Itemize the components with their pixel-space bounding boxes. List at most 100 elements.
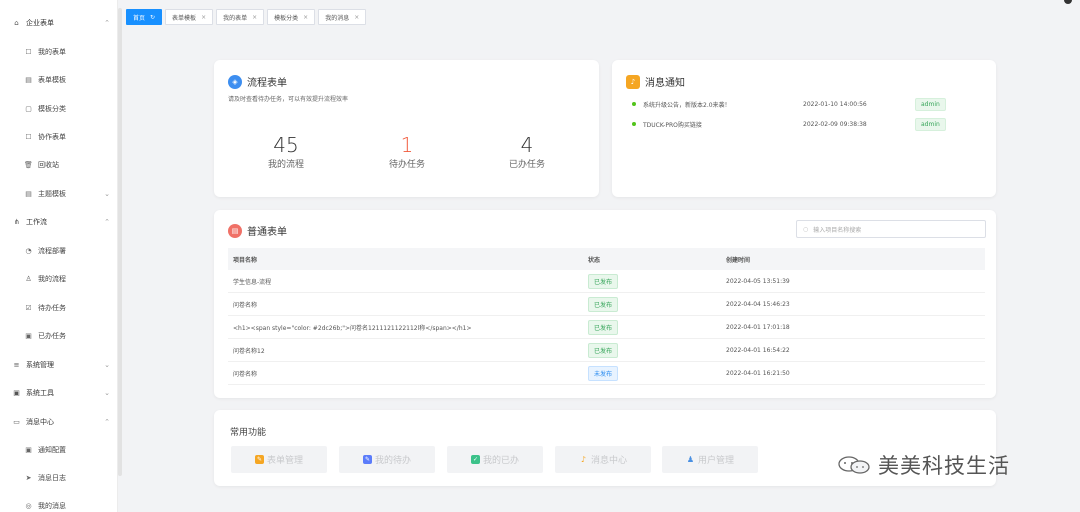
column-header-name: 项目名称 — [233, 256, 258, 264]
sidebar-group-system-admin[interactable]: ≡ 系统管理 ⌄ — [0, 356, 118, 374]
flow-icon: ◈ — [228, 74, 242, 89]
sidebar-item-process-deploy[interactable]: ◔ 流程部署 — [0, 242, 118, 260]
cell-name: 学生信息-流程 — [233, 278, 272, 286]
tab-label: 我的消息 — [325, 14, 350, 22]
cell-name: 问卷名称 — [233, 370, 258, 378]
tab-label: 我的表单 — [223, 14, 248, 22]
sidebar-item-my-messages[interactable]: ◎ 我的消息 — [0, 497, 118, 512]
search-placeholder: 输入项目名称搜索 — [813, 226, 862, 234]
sidebar-item-my-processes[interactable]: ♙ 我的流程 — [0, 270, 118, 288]
refresh-icon[interactable]: ↻ — [150, 14, 155, 21]
notice-time: 2022-01-10 14:00:56 — [803, 100, 867, 108]
sidebar-item-my-forms[interactable]: ☐ 我的表单 — [0, 43, 118, 61]
sidebar: ⌂ 企业表单 ⌃ ☐ 我的表单 ▤ 表单模板 ▢ 模板分类 ☐ 协作表单 🗑 回… — [0, 0, 118, 512]
close-icon[interactable]: × — [201, 14, 206, 21]
wechat-icon — [838, 456, 870, 474]
tab-my-forms[interactable]: 我的表单 × — [216, 9, 265, 25]
sidebar-item-done-tasks[interactable]: ▣ 已办任务 — [0, 327, 118, 345]
watermark-text: 美美科技生活 — [878, 454, 1010, 478]
table-row[interactable]: 问卷名称12 已发布 2022-04-01 16:54:22 — [228, 339, 985, 362]
sidebar-item-label: 表单模板 — [38, 76, 66, 84]
table-row[interactable]: 问卷名称 已发布 2022-04-04 15:46:23 — [228, 293, 985, 316]
sidebar-group-message-center[interactable]: ▭ 消息中心 ⌃ — [0, 413, 118, 431]
close-icon[interactable]: × — [354, 14, 359, 21]
sidebar-item-collab-forms[interactable]: ☐ 协作表单 — [0, 128, 118, 146]
quick-button-label: 用户管理 — [697, 456, 734, 466]
sidebar-item-notify-config[interactable]: ▣ 通知配置 — [0, 441, 118, 459]
sidebar-item-label: 我的流程 — [38, 275, 66, 283]
stat-label: 已办任务 — [508, 160, 545, 170]
avatar[interactable] — [1064, 0, 1072, 4]
sidebar-item-template-category[interactable]: ▢ 模板分类 — [0, 100, 118, 118]
watermark: 美美科技生活 — [836, 450, 1010, 480]
chevron-down-icon: ⌄ — [104, 389, 110, 397]
chevron-up-icon: ⌃ — [104, 19, 110, 27]
sidebar-group-label: 系统管理 — [26, 361, 54, 369]
bell-icon: ♪ — [626, 74, 640, 89]
tool-icon: ▣ — [13, 389, 20, 397]
close-icon[interactable]: × — [252, 14, 257, 21]
sidebar-item-message-log[interactable]: ➤ 消息日志 — [0, 469, 118, 487]
cell-name: 问卷名称 — [233, 301, 258, 309]
send-icon: ➤ — [25, 474, 32, 482]
tab-my-messages[interactable]: 我的消息 × — [318, 9, 367, 25]
cell-created: 2022-04-05 13:51:39 — [726, 277, 790, 285]
stat-done-tasks[interactable]: 4 已办任务 — [482, 134, 572, 170]
building-icon: ⌂ — [14, 19, 19, 27]
deploy-icon: ◔ — [25, 247, 32, 255]
search-input[interactable]: ○ 输入项目名称搜索 — [796, 220, 986, 238]
todo-icon: ✎ — [362, 455, 372, 464]
notice-item[interactable]: 系统升级公告，新版本2.0来袭！ 2022-01-10 14:00:56 adm… — [632, 96, 977, 112]
workflow-icon: ⋔ — [13, 218, 20, 226]
quick-button-message-center[interactable]: ♪ 消息中心 — [555, 446, 651, 473]
sidebar-item-label: 通知配置 — [38, 446, 66, 454]
search-icon: ○ — [803, 225, 809, 233]
stat-todo-tasks[interactable]: 1 待办任务 — [362, 134, 452, 170]
sidebar-item-label: 流程部署 — [38, 247, 66, 255]
user-icon: ♟ — [686, 455, 695, 464]
template-icon: ▤ — [25, 76, 32, 84]
tab-template-category[interactable]: 模板分类 × — [267, 9, 316, 25]
status-badge: 已发布 — [588, 273, 619, 289]
cell-created: 2022-04-04 15:46:23 — [726, 300, 790, 308]
card-title: ▤ 普通表单 — [228, 223, 287, 238]
sidebar-item-label: 我的消息 — [38, 502, 66, 510]
bell-icon: ♪ — [580, 455, 587, 464]
table-row[interactable]: <h1><span style="color: #2dc26b;">问卷名121… — [228, 316, 985, 339]
table-row[interactable]: 学生信息-流程 已发布 2022-04-05 13:51:39 — [228, 270, 985, 293]
list-icon: ≡ — [13, 361, 20, 369]
sidebar-group-system-tools[interactable]: ▣ 系统工具 ⌄ — [0, 384, 118, 402]
sidebar-scrollbar[interactable] — [118, 8, 122, 476]
quick-button-form-manage[interactable]: ✎ 表单管理 — [231, 446, 327, 473]
quick-button-my-done[interactable]: ✓ 我的已办 — [447, 446, 543, 473]
quick-button-user-manage[interactable]: ♟ 用户管理 — [662, 446, 758, 473]
sidebar-item-todo-tasks[interactable]: ☑ 待办任务 — [0, 299, 118, 317]
sidebar-item-recycle-bin[interactable]: 🗑 回收站 — [0, 156, 118, 174]
notice-item[interactable]: TDUCK-PRO购买链接 2022-02-09 09:38:38 admin — [632, 116, 977, 132]
sidebar-item-theme-templates[interactable]: ▤ 主题模板 ⌄ — [0, 185, 118, 203]
close-icon[interactable]: × — [303, 14, 308, 21]
notice-card: ♪ 消息通知 系统升级公告，新版本2.0来袭！ 2022-01-10 14:00… — [612, 60, 996, 197]
cell-name: 问卷名称12 — [233, 347, 265, 355]
sidebar-group-workflow[interactable]: ⋔ 工作流 ⌃ — [0, 213, 118, 231]
notice-title: 系统升级公告，新版本2.0来袭！ — [643, 101, 731, 109]
tab-home[interactable]: 首页 ↻ — [126, 9, 163, 25]
notice-title: TDUCK-PRO购买链接 — [643, 121, 702, 129]
tab-form-templates[interactable]: 表单模板 × — [165, 9, 214, 25]
document-icon: ▤ — [228, 223, 242, 238]
trash-icon: 🗑 — [24, 161, 33, 169]
sidebar-item-form-templates[interactable]: ▤ 表单模板 — [0, 71, 118, 89]
table-header: 项目名称 状态 创建时间 — [228, 248, 985, 270]
stat-my-processes[interactable]: 45 我的流程 — [241, 134, 331, 170]
quick-button-my-todo[interactable]: ✎ 我的待办 — [339, 446, 435, 473]
sidebar-item-label: 模板分类 — [38, 105, 66, 113]
message-icon: ▭ — [13, 418, 20, 426]
sidebar-group-label: 企业表单 — [26, 19, 54, 27]
table-row[interactable]: 问卷名称 未发布 2022-04-01 16:21:50 — [228, 362, 985, 385]
sidebar-group-enterprise-form[interactable]: ⌂ 企业表单 ⌃ — [0, 14, 118, 32]
sidebar-item-label: 待办任务 — [38, 304, 66, 312]
sidebar-item-label: 主题模板 — [38, 190, 66, 198]
cell-created: 2022-04-01 17:01:18 — [726, 323, 790, 331]
stat-value: 4 — [520, 133, 534, 157]
sidebar-item-label: 消息日志 — [38, 474, 66, 482]
